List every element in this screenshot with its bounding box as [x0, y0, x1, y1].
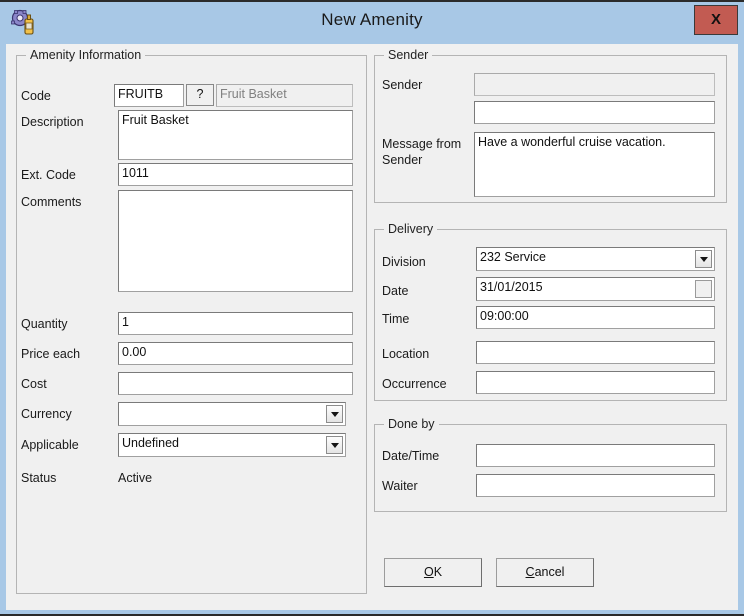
cancel-button-label: Cancel	[526, 559, 565, 585]
ext-code-label: Ext. Code	[21, 168, 76, 182]
location-input[interactable]	[476, 341, 715, 364]
price-each-input[interactable]: 0.00	[118, 342, 353, 365]
division-value: 232 Service	[480, 250, 547, 264]
ext-code-input[interactable]: 1011	[118, 163, 353, 186]
calendar-icon[interactable]	[695, 280, 712, 298]
quantity-input[interactable]: 1	[118, 312, 353, 335]
price-each-label: Price each	[21, 347, 81, 361]
cost-input[interactable]	[118, 372, 353, 395]
occurrence-label: Occurrence	[382, 377, 447, 391]
delivery-group-title: Delivery	[384, 222, 438, 236]
comments-input[interactable]	[118, 190, 353, 292]
message-from-sender-input[interactable]: Have a wonderful cruise vacation.	[474, 132, 715, 197]
occurrence-input[interactable]	[476, 371, 715, 394]
applicable-value: Undefined	[122, 436, 179, 450]
status-label: Status	[21, 471, 57, 485]
ok-rest-label: K	[433, 565, 443, 579]
chevron-down-icon[interactable]	[326, 436, 343, 454]
cancel-rest-label: ancel	[534, 565, 565, 579]
message-label-line1: Message from	[382, 137, 462, 151]
applicable-select[interactable]: Undefined	[118, 433, 346, 457]
currency-label: Currency	[21, 407, 72, 421]
sender-secondary-input[interactable]	[474, 101, 715, 124]
chevron-down-icon[interactable]	[326, 405, 343, 423]
amenity-information-title: Amenity Information	[26, 48, 146, 62]
date-value: 31/01/2015	[480, 280, 543, 294]
ok-button-label: OK	[424, 559, 442, 585]
sender-label: Sender	[382, 78, 423, 92]
comments-label: Comments	[21, 195, 82, 209]
status-value: Active	[118, 471, 153, 485]
done-by-date-time-label: Date/Time	[382, 449, 440, 463]
date-label: Date	[382, 284, 409, 298]
waiter-label: Waiter	[382, 479, 418, 493]
currency-select[interactable]	[118, 402, 346, 426]
date-input[interactable]: 31/01/2015	[476, 277, 715, 301]
new-amenity-window: New Amenity X Amenity Information Code F…	[0, 0, 744, 616]
description-input[interactable]: Fruit Basket	[118, 110, 353, 160]
description-label: Description	[21, 115, 84, 129]
code-input[interactable]: FRUITB	[114, 84, 184, 107]
quantity-label: Quantity	[21, 317, 68, 331]
cancel-accel-char: C	[525, 565, 535, 579]
chevron-down-icon[interactable]	[695, 250, 712, 268]
sender-input[interactable]	[474, 73, 715, 96]
dialog-client-area: Amenity Information Code FRUITB ? Fruit …	[6, 44, 738, 610]
title-bar: New Amenity X	[0, 2, 744, 44]
division-select[interactable]: 232 Service	[476, 247, 715, 271]
cost-label: Cost	[21, 377, 47, 391]
code-description-readonly: Fruit Basket	[216, 84, 353, 107]
location-label: Location	[382, 347, 430, 361]
sender-group-title: Sender	[384, 48, 433, 62]
code-label: Code	[21, 89, 51, 103]
cancel-button[interactable]: Cancel	[496, 558, 594, 587]
code-lookup-button[interactable]: ?	[186, 84, 214, 106]
ok-accel-char: O	[423, 565, 434, 579]
window-title: New Amenity	[321, 10, 423, 29]
message-label-line2: Sender	[382, 153, 423, 167]
done-by-group: Done by	[374, 417, 727, 512]
division-label: Division	[382, 255, 426, 269]
close-icon[interactable]: X	[694, 5, 738, 35]
time-input[interactable]: 09:00:00	[476, 306, 715, 329]
done-by-date-time-input[interactable]	[476, 444, 715, 467]
message-from-sender-label: Message from Sender	[382, 136, 461, 168]
ok-button[interactable]: OK	[384, 558, 482, 587]
applicable-label: Applicable	[21, 438, 79, 452]
time-label: Time	[382, 312, 410, 326]
waiter-input[interactable]	[476, 474, 715, 497]
done-by-group-title: Done by	[384, 417, 439, 431]
